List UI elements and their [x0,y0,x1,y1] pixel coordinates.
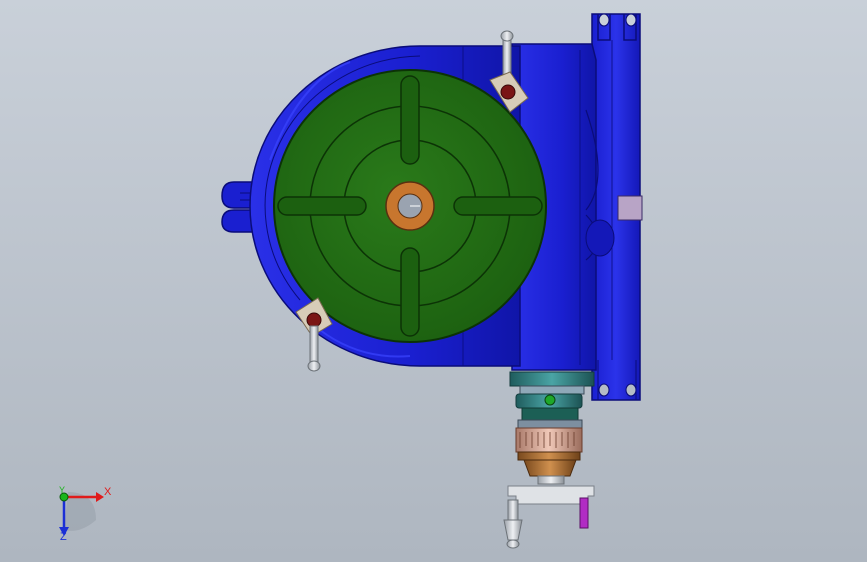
graduated-dial[interactable] [515,427,583,453]
y-axis-label: Y [59,485,66,495]
handwheel-assembly[interactable] [503,371,595,549]
z-axis-label: Z [60,531,67,543]
mounting-flange [591,13,643,401]
axis-triad [59,492,104,536]
x-axis-label: X [104,486,112,498]
cad-viewport[interactable]: X Y Z [0,0,867,562]
x-axis-arrow [96,492,104,502]
rotary-table-model[interactable] [0,0,867,562]
